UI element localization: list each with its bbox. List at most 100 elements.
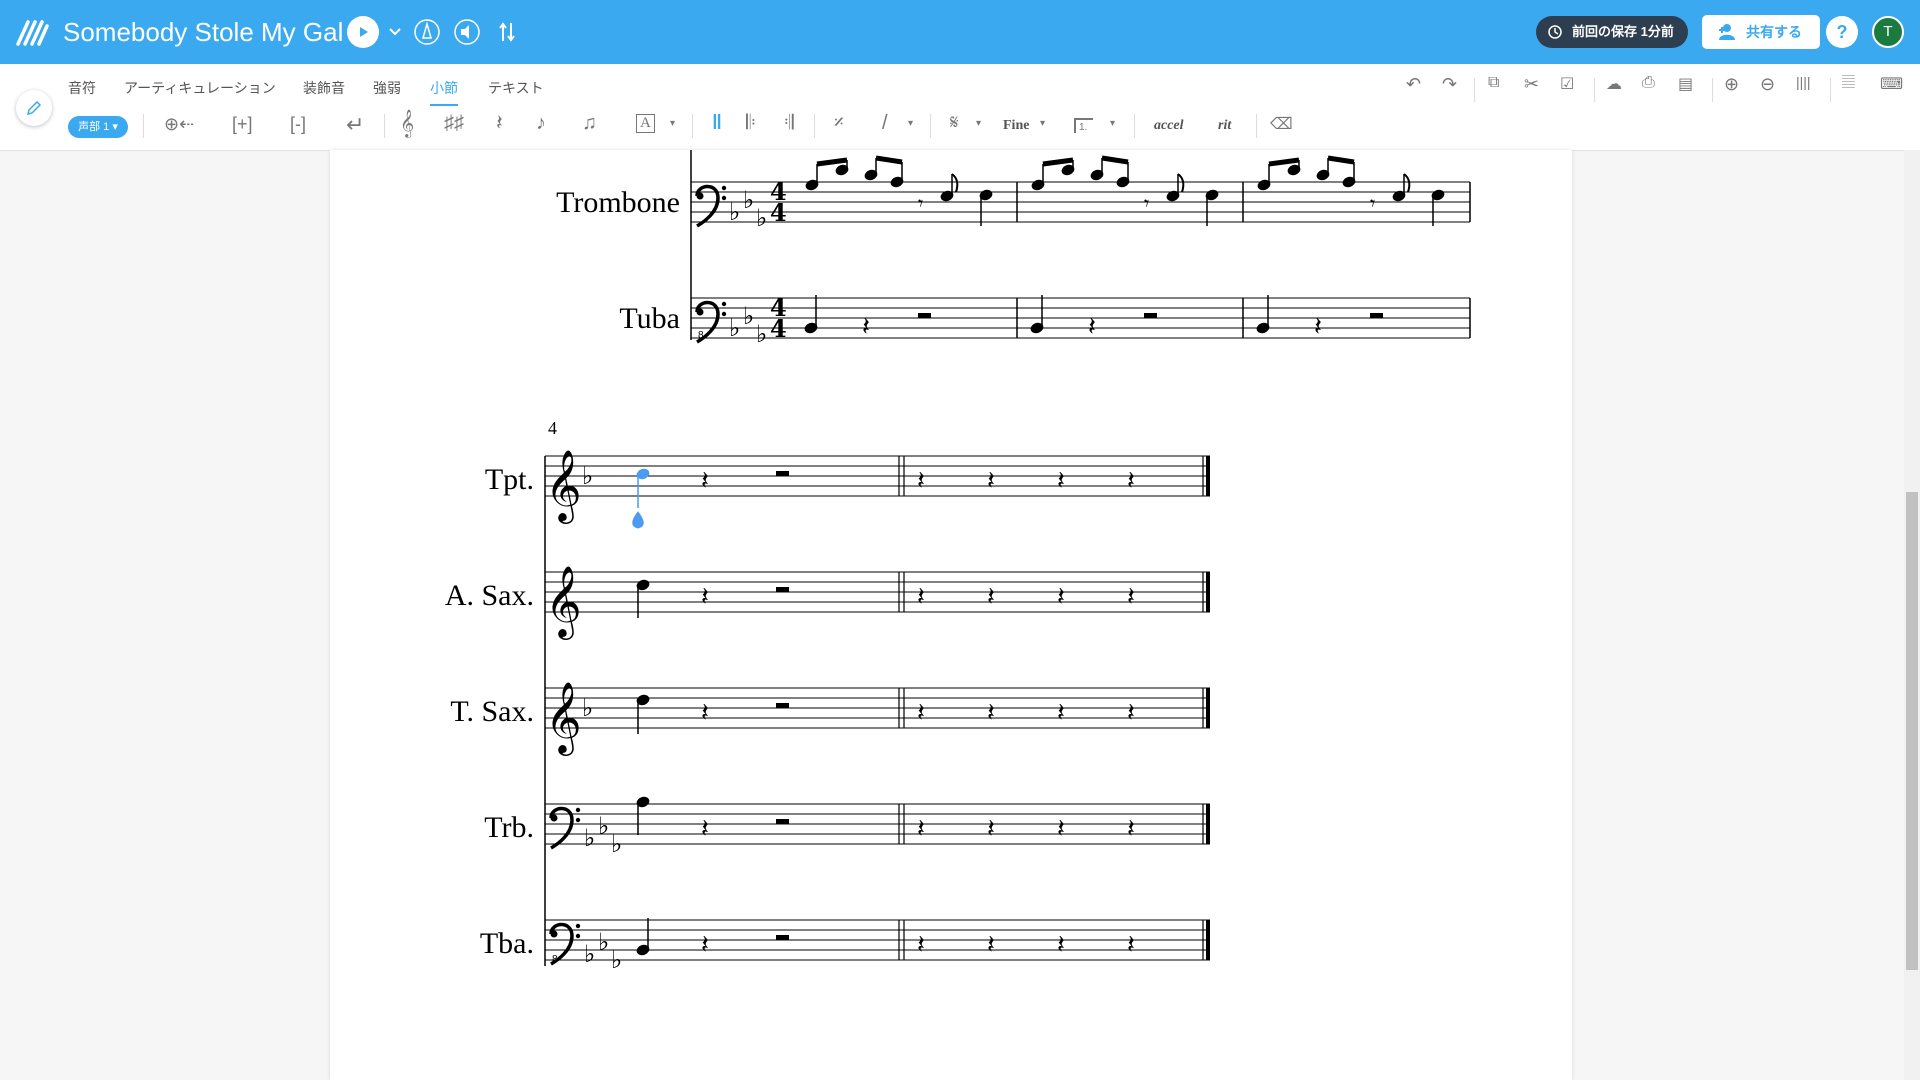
- insert-measure-icon[interactable]: [+]: [232, 114, 253, 135]
- final-barline: [1206, 456, 1210, 496]
- page-view-icon[interactable]: ||||: [1796, 74, 1811, 90]
- measure-number: 4: [548, 418, 557, 438]
- text-tool-icon[interactable]: A: [636, 114, 655, 133]
- staff-lines[interactable]: [545, 455, 1210, 961]
- instrument-name[interactable]: Trombone: [556, 186, 680, 219]
- quarter-rest: 𝄽: [1057, 582, 1065, 612]
- repeat-start-icon[interactable]: 𝄆: [746, 112, 756, 135]
- rest-icon[interactable]: 𝄽: [496, 110, 503, 136]
- print-icon[interactable]: ⎙: [1642, 74, 1655, 92]
- tab-notes[interactable]: 音符: [68, 78, 96, 98]
- play-icon: [360, 27, 368, 37]
- scissors-icon[interactable]: ✂: [1524, 74, 1539, 95]
- key-signature-icon[interactable]: ♯♯: [444, 112, 464, 135]
- voice-label: 声部 1: [78, 121, 110, 133]
- barline-single-icon[interactable]: ‖: [712, 112, 722, 135]
- zoom-in-icon[interactable]: ⊕: [1724, 74, 1739, 95]
- quarter-rest: 𝄽: [1127, 698, 1135, 728]
- play-button[interactable]: [347, 16, 379, 48]
- instrument-name[interactable]: Tpt.: [485, 463, 534, 496]
- instrument-name[interactable]: T. Sax.: [450, 695, 534, 728]
- quarter-rest: 𝄽: [987, 814, 995, 844]
- tab-articulation[interactable]: アーティキュレーション: [124, 78, 276, 98]
- voice-selector[interactable]: 声部 1 ▾: [68, 116, 128, 138]
- volta-icon[interactable]: 1.: [1074, 118, 1094, 133]
- tab-text[interactable]: テキスト: [488, 78, 544, 98]
- quarter-rest: 𝄽: [987, 582, 995, 612]
- sound-icon[interactable]: [454, 16, 480, 48]
- rit-button[interactable]: rit: [1218, 118, 1231, 134]
- chevron-down-icon[interactable]: ▾: [670, 118, 675, 129]
- note-drag-handle[interactable]: [632, 511, 644, 529]
- scrollbar-thumb[interactable]: [1906, 492, 1918, 970]
- delete-icon[interactable]: ⌫: [1270, 114, 1293, 134]
- instrument-name[interactable]: Trb.: [484, 811, 534, 844]
- svg-text:𝄞: 𝄞: [545, 680, 582, 756]
- quarter-rest: 𝄽: [701, 582, 709, 612]
- time-signature-icon[interactable]: ♪: [536, 112, 546, 135]
- chevron-down-icon[interactable]: ▾: [1110, 118, 1115, 129]
- half-rest: [776, 587, 789, 592]
- quarter-rest: 𝄽: [701, 698, 709, 728]
- share-button[interactable]: 共有する: [1702, 15, 1820, 49]
- key-signature: ♭ ♭♭: [729, 302, 767, 348]
- chevron-down-icon[interactable]: ▾: [1040, 118, 1045, 129]
- measure-notes[interactable]: [632, 468, 650, 957]
- cloud-download-icon[interactable]: ☁: [1606, 74, 1622, 94]
- svg-text:♭: ♭: [598, 928, 609, 956]
- svg-text:♭: ♭: [743, 186, 754, 214]
- redo-icon[interactable]: ↷: [1442, 74, 1457, 95]
- line-break-icon[interactable]: ↵: [346, 112, 364, 138]
- score-title[interactable]: Somebody Stole My Gal: [63, 14, 343, 50]
- tab-dynamics[interactable]: 強弱: [373, 78, 401, 98]
- paste-icon[interactable]: ☑: [1560, 74, 1574, 94]
- fine-button[interactable]: Fine: [1003, 118, 1029, 134]
- score-page[interactable]: 𝄞 Trombone Tuba ♭♭♭ 44 𝄾: [330, 150, 1572, 1080]
- divider: [692, 114, 693, 138]
- divider: [1594, 78, 1595, 102]
- quarter-rest: 𝄽: [917, 582, 925, 612]
- instrument-name[interactable]: A. Sax.: [445, 579, 534, 612]
- layout-icon[interactable]: ▤: [1678, 74, 1693, 94]
- segno-icon[interactable]: 𝄋: [950, 112, 959, 135]
- zoom-out-icon[interactable]: ⊖: [1760, 74, 1775, 95]
- chevron-down-icon[interactable]: [387, 24, 403, 40]
- app-logo-icon[interactable]: [14, 14, 50, 50]
- chevron-down-icon[interactable]: ▾: [908, 118, 913, 129]
- help-button[interactable]: ?: [1826, 16, 1858, 48]
- delete-measure-icon[interactable]: [-]: [290, 114, 306, 135]
- instruments-icon[interactable]: 𝄚: [1842, 74, 1855, 92]
- instrument-name[interactable]: Tba.: [480, 927, 534, 960]
- undo-icon[interactable]: ↶: [1406, 74, 1421, 95]
- quarter-rest: 𝄽: [1127, 466, 1135, 496]
- half-rest: [776, 935, 789, 940]
- chevron-down-icon[interactable]: ▾: [976, 118, 981, 129]
- score-canvas[interactable]: 𝄞 Trombone Tuba ♭♭♭ 44 𝄾: [330, 150, 1572, 1080]
- mixer-icon[interactable]: [496, 20, 518, 44]
- tab-measure[interactable]: 小節: [430, 78, 458, 98]
- divider: [814, 114, 815, 138]
- tuplet-icon[interactable]: ♫: [582, 112, 597, 135]
- copy-icon[interactable]: ⧉: [1488, 74, 1499, 92]
- instrument-name[interactable]: Tuba: [619, 302, 680, 335]
- keyboard-icon[interactable]: ⌨: [1880, 74, 1903, 94]
- repeat-end-icon[interactable]: 𝄇: [784, 112, 794, 135]
- quarter-rest: 𝄽: [987, 698, 995, 728]
- svg-text:4: 4: [770, 198, 787, 227]
- last-saved-button[interactable]: 前回の保存 1分前: [1536, 16, 1688, 48]
- svg-text:♭: ♭: [584, 940, 595, 968]
- tab-ornaments[interactable]: 装飾音: [303, 78, 345, 98]
- editor-toolbar: 音符 アーティキュレーション 装飾音 強弱 小節 テキスト 声部 1 ▾ ⊕⇠ …: [0, 64, 1920, 151]
- svg-text:8: 8: [552, 954, 558, 965]
- svg-text:♭: ♭: [582, 462, 593, 490]
- avatar[interactable]: T: [1872, 16, 1904, 48]
- clef-icon[interactable]: 𝄞: [400, 110, 414, 138]
- accel-button[interactable]: accel: [1154, 118, 1184, 134]
- slash-icon[interactable]: /: [882, 112, 888, 135]
- time-signature: 44: [770, 177, 787, 227]
- measure-repeat-icon[interactable]: 𝄎: [834, 112, 844, 135]
- insert-measure-before-icon[interactable]: ⊕⇠: [164, 114, 194, 135]
- quarter-rest: 𝄽: [1057, 698, 1065, 728]
- edit-mode-button[interactable]: [16, 90, 52, 126]
- metronome-icon[interactable]: [414, 16, 440, 48]
